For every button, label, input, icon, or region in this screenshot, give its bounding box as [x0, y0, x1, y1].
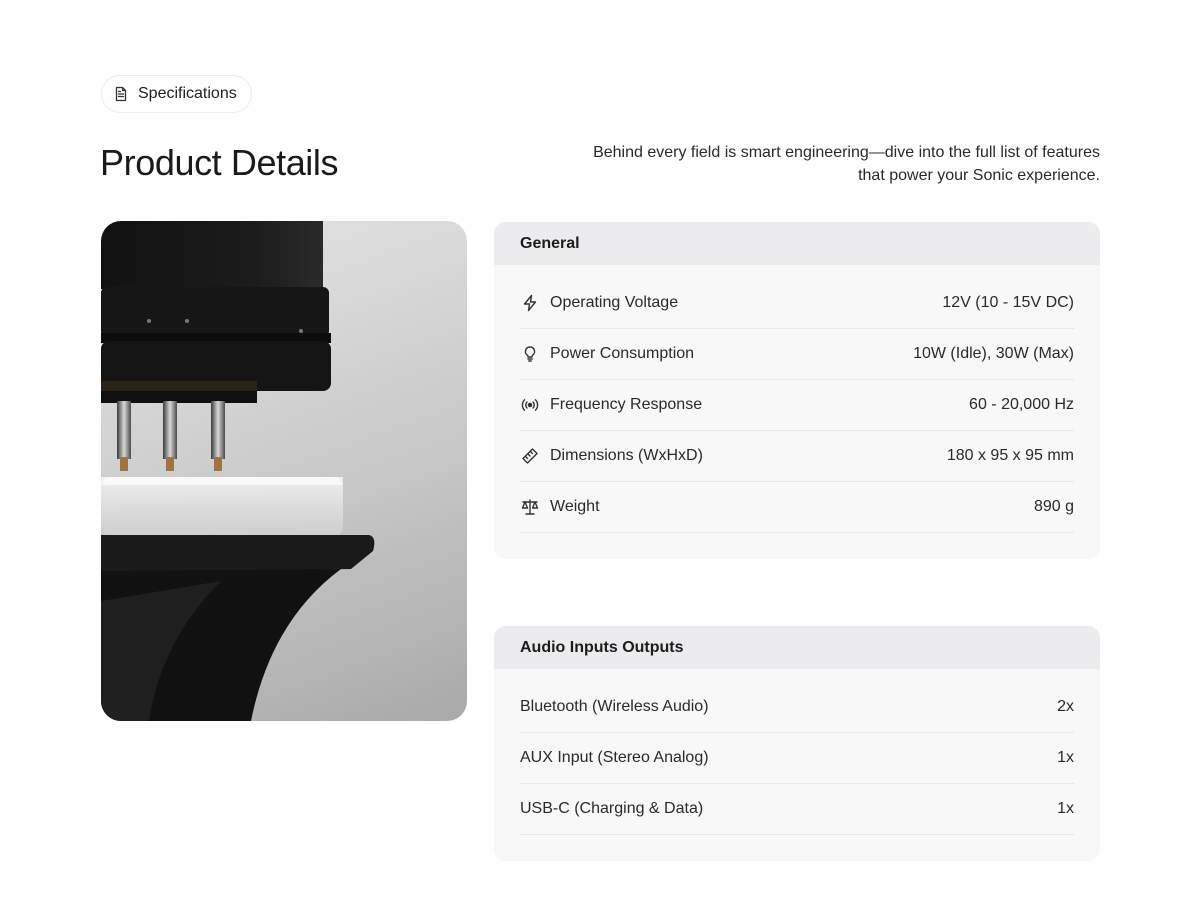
io-row-aux: AUX Input (Stereo Analog) 1x	[520, 733, 1074, 784]
spec-row-power-consumption: Power Consumption 10W (Idle), 30W (Max)	[520, 329, 1074, 380]
io-label: Bluetooth (Wireless Audio)	[520, 698, 709, 715]
intro-text: Behind every field is smart engineering—…	[593, 144, 1100, 184]
badge-label: Specifications	[138, 85, 237, 102]
general-heading: General	[494, 222, 1100, 265]
io-row-bluetooth: Bluetooth (Wireless Audio) 2x	[520, 682, 1074, 733]
lightbulb-icon	[520, 344, 540, 364]
ruler-icon	[520, 446, 540, 466]
io-label: AUX Input (Stereo Analog)	[520, 749, 709, 766]
spec-label: Weight	[550, 498, 600, 515]
spec-label: Dimensions (WxHxD)	[550, 447, 703, 464]
spec-value: 12V (10 - 15V DC)	[942, 294, 1074, 311]
spec-label: Frequency Response	[550, 396, 703, 413]
product-image	[101, 221, 467, 721]
io-label: USB-C (Charging & Data)	[520, 800, 704, 817]
spec-row-operating-voltage: Operating Voltage 12V (10 - 15V DC)	[520, 278, 1074, 329]
page-title: Product Details	[100, 142, 339, 183]
spec-row-frequency-response: Frequency Response 60 - 20,000 Hz	[520, 380, 1074, 431]
io-value: 2x	[1057, 698, 1074, 715]
general-spec-card: General Operating Voltage 12V (10 - 15V …	[494, 222, 1100, 559]
document-icon	[113, 86, 129, 102]
audio-io-card: Audio Inputs Outputs Bluetooth (Wireless…	[494, 626, 1100, 861]
specifications-badge: Specifications	[101, 75, 252, 113]
spec-value: 180 x 95 x 95 mm	[946, 447, 1074, 464]
scale-icon	[520, 497, 540, 517]
spec-value: 10W (Idle), 30W (Max)	[913, 345, 1074, 362]
spec-row-dimensions: Dimensions (WxHxD) 180 x 95 x 95 mm	[520, 431, 1074, 482]
spec-value: 60 - 20,000 Hz	[969, 396, 1074, 413]
io-value: 1x	[1057, 749, 1074, 766]
spec-label: Power Consumption	[550, 345, 695, 362]
spec-label: Operating Voltage	[550, 294, 679, 311]
lightning-icon	[520, 293, 540, 313]
spec-row-weight: Weight 890 g	[520, 482, 1074, 533]
io-value: 1x	[1057, 800, 1074, 817]
io-row-usb-c: USB-C (Charging & Data) 1x	[520, 784, 1074, 835]
spec-value: 890 g	[1033, 498, 1074, 515]
broadcast-icon	[520, 395, 540, 415]
product-details-section: Specifications Product Details Behind ev…	[0, 0, 1200, 900]
audio-heading: Audio Inputs Outputs	[494, 626, 1100, 669]
